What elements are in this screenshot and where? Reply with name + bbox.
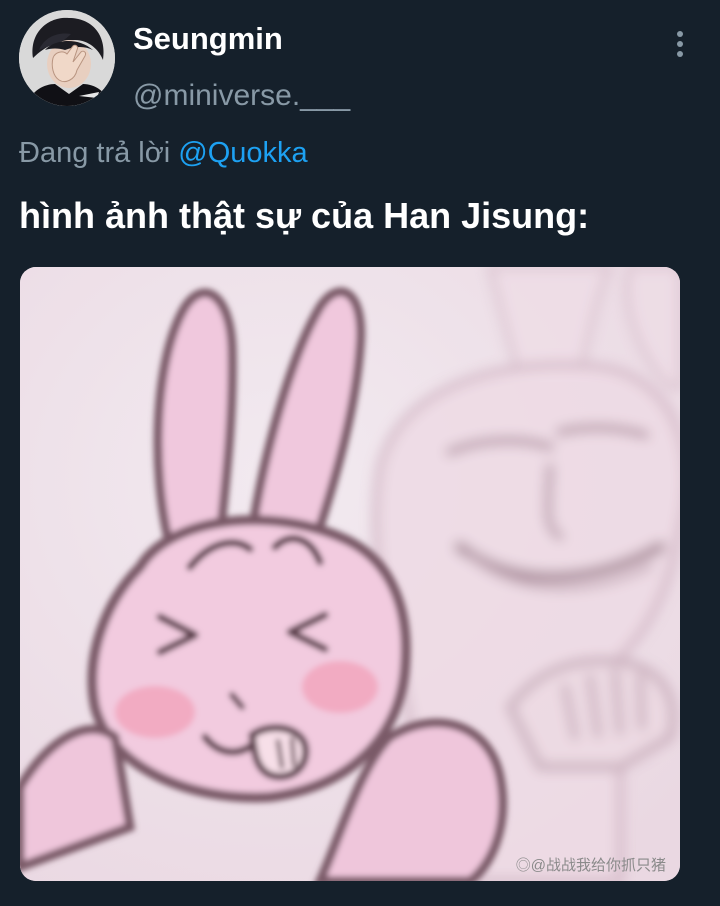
menu-dot <box>677 41 683 47</box>
tweet-text: hình ảnh thật sự của Han Jisung: <box>19 195 590 236</box>
reply-mention-link[interactable]: @Quokka <box>178 137 307 169</box>
tweet-card: Seungmin @miniverse.___ Đang trả lời @Qu… <box>0 0 720 906</box>
user-handle[interactable]: @miniverse.___ <box>133 78 350 114</box>
avatar[interactable] <box>19 10 115 106</box>
bunny-meme-image-icon <box>20 267 680 881</box>
menu-dot <box>677 31 683 37</box>
more-vertical-icon[interactable] <box>666 26 694 62</box>
person-covering-face-avatar-icon <box>19 10 115 106</box>
replying-to-line: Đang trả lời @Quokka <box>19 136 308 170</box>
display-name[interactable]: Seungmin <box>133 20 283 58</box>
image-watermark: ◎@战战我给你抓只猪 <box>515 857 666 874</box>
menu-dot <box>677 51 683 57</box>
replying-to-label: Đang trả lời <box>19 137 179 169</box>
tweet-media-image[interactable]: ◎@战战我给你抓只猪 <box>20 267 680 881</box>
